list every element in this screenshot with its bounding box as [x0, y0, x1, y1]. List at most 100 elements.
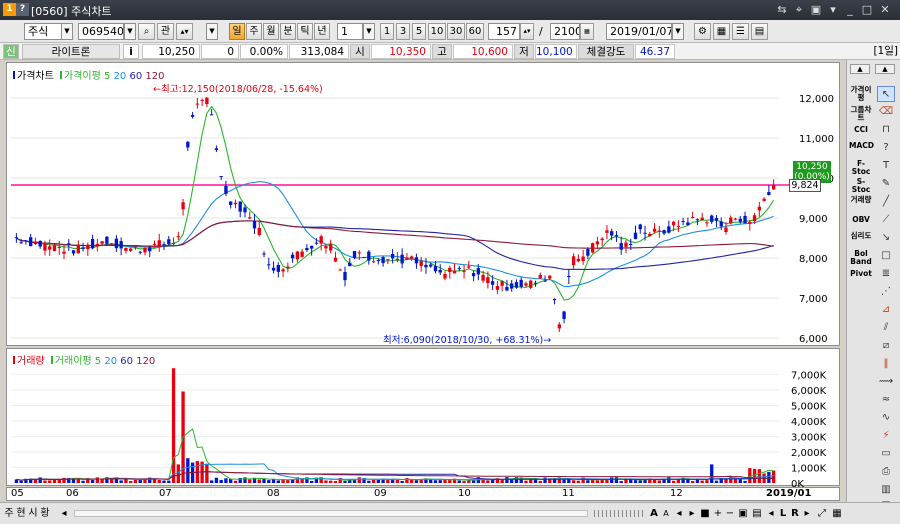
- right-end-button[interactable]: R: [789, 506, 801, 521]
- indicator-s-stoc[interactable]: S-Stoc: [849, 178, 873, 194]
- save-icon[interactable]: ▭: [877, 446, 895, 462]
- interval-input[interactable]: 1: [337, 23, 363, 40]
- preset-10-button[interactable]: 10: [428, 23, 446, 40]
- zoom-in-button[interactable]: +: [712, 506, 724, 521]
- indicator-obv[interactable]: OBV: [849, 216, 873, 224]
- expand-icon[interactable]: ⤢: [816, 506, 828, 521]
- print-icon[interactable]: ⎙: [877, 464, 895, 480]
- stop-icon[interactable]: ■: [699, 506, 711, 521]
- cursor-icon[interactable]: ↖: [877, 86, 895, 102]
- line-tool-icon[interactable]: ╱: [877, 194, 895, 210]
- period-tick-button[interactable]: 틱: [297, 23, 313, 40]
- trend-icon[interactable]: ⟿: [877, 374, 895, 390]
- period-minute-button[interactable]: 분: [280, 23, 296, 40]
- maximize-icon[interactable]: □: [860, 3, 874, 17]
- close-icon[interactable]: ✕: [878, 3, 892, 17]
- tab-hwang[interactable]: 황: [39, 506, 51, 521]
- indicator-volume[interactable]: 거래량: [849, 196, 873, 204]
- market-select[interactable]: 주식: [24, 23, 62, 40]
- tab-ju[interactable]: 주: [3, 506, 15, 521]
- indicator-psychology[interactable]: 심리도: [849, 232, 873, 240]
- indicator-f-stoc[interactable]: F-Stoc: [849, 160, 873, 176]
- tab-hyeon[interactable]: 현: [15, 506, 27, 521]
- chevron-down-icon[interactable]: ▼: [672, 23, 684, 40]
- scroll-up-icon[interactable]: ▲: [850, 64, 870, 74]
- indicator-group-chart[interactable]: 그룹차트: [849, 106, 873, 122]
- left-arrow-icon[interactable]: ◂: [765, 506, 777, 521]
- spin-icon[interactable]: ▴▾: [176, 23, 193, 40]
- minimize-icon[interactable]: _: [843, 3, 857, 17]
- preset-30-button[interactable]: 30: [447, 23, 465, 40]
- scroll-left-icon[interactable]: ◂: [58, 506, 70, 521]
- chevron-down-icon[interactable]: ▼: [206, 23, 218, 40]
- pin-icon[interactable]: ⌖: [792, 3, 806, 17]
- parallel-icon[interactable]: ⧄: [877, 338, 895, 354]
- grid-icon[interactable]: ▦: [713, 23, 730, 40]
- font-large-button[interactable]: A: [648, 506, 660, 521]
- scroll-up-icon[interactable]: ▲: [875, 64, 895, 74]
- count-spin-icon[interactable]: ▴▾: [520, 23, 534, 40]
- layout-icon[interactable]: ▤: [751, 23, 768, 40]
- help-icon[interactable]: ?: [16, 3, 29, 16]
- chevron-down-icon[interactable]: ▼: [124, 23, 136, 40]
- indicator-price-ma[interactable]: 가격이평: [849, 86, 873, 102]
- ray-tool-icon[interactable]: ↘: [877, 230, 895, 246]
- period-week-button[interactable]: 주: [246, 23, 262, 40]
- link-icon[interactable]: ⇆: [775, 3, 789, 17]
- preset-1-button[interactable]: 1: [380, 23, 394, 40]
- wave-icon[interactable]: ≈: [877, 392, 895, 408]
- config-icon[interactable]: ▦: [830, 506, 844, 521]
- fan-icon[interactable]: ⋰: [877, 284, 895, 300]
- segment-tool-icon[interactable]: ⟋: [877, 212, 895, 228]
- fibonacci-icon[interactable]: ≣: [877, 266, 895, 282]
- scroll-ruler[interactable]: [594, 510, 646, 517]
- info-button[interactable]: i: [123, 44, 139, 59]
- period-month-button[interactable]: 월: [263, 23, 279, 40]
- kwan-button[interactable]: 관: [157, 23, 174, 40]
- chevron-down-icon[interactable]: ▼: [61, 23, 73, 40]
- indicator-macd[interactable]: MACD: [849, 142, 874, 150]
- left-end-button[interactable]: L: [777, 506, 789, 521]
- period-year-button[interactable]: 년: [314, 23, 330, 40]
- prev-icon[interactable]: ◂: [673, 506, 685, 521]
- volume-chart[interactable]: 7,000K 6,000K 5,000K 4,000K 3,000K 2,000K 1,00…: [7, 349, 841, 487]
- search-icon[interactable]: ⌕: [138, 23, 155, 40]
- volume-chart-panel[interactable]: 7,000K 6,000K 5,000K 4,000K 3,000K 2,000K 1,00…: [6, 348, 841, 487]
- count-input[interactable]: 157: [488, 23, 520, 40]
- period-day-button[interactable]: 일: [229, 23, 245, 40]
- screen-icon[interactable]: ▣: [809, 3, 823, 17]
- indicator-bol-band[interactable]: Bol Band: [849, 250, 873, 266]
- settings-icon[interactable]: ⚙: [694, 23, 711, 40]
- text-tool-icon[interactable]: T: [877, 158, 895, 174]
- layout-icon[interactable]: ▤: [750, 506, 764, 521]
- tab-si[interactable]: 시: [27, 506, 39, 521]
- list-icon[interactable]: ☰: [732, 23, 749, 40]
- font-small-button[interactable]: A: [660, 506, 672, 521]
- indicator-cci[interactable]: CCI: [849, 126, 873, 134]
- chart-icon[interactable]: ▥: [877, 482, 895, 498]
- price-chart[interactable]: 12,00011,00010,0009,0008,0007,0006,000: [7, 63, 841, 347]
- cycle-icon[interactable]: ∿: [877, 410, 895, 426]
- channel-icon[interactable]: ⫽: [877, 320, 895, 336]
- preset-3-button[interactable]: 3: [396, 23, 410, 40]
- stock-code-input[interactable]: 069540: [78, 23, 124, 40]
- brush-icon[interactable]: ✎: [877, 176, 895, 192]
- preset-60-button[interactable]: 60: [466, 23, 484, 40]
- chevron-down-icon[interactable]: ▼: [363, 23, 375, 40]
- scrollbar-track[interactable]: [74, 510, 588, 517]
- date-input[interactable]: 2019/01/07: [606, 23, 672, 40]
- help-icon[interactable]: ?: [877, 140, 895, 156]
- play-icon[interactable]: ▸: [686, 506, 698, 521]
- capture-icon[interactable]: ▣: [736, 506, 750, 521]
- price-chart-panel[interactable]: 12,00011,00010,0009,0008,0007,0006,000 가…: [6, 62, 840, 346]
- right-arrow-icon[interactable]: ▸: [801, 506, 813, 521]
- dropdown-icon[interactable]: ▾: [826, 3, 840, 17]
- auto-icon[interactable]: ⚡: [877, 428, 895, 444]
- calc-icon[interactable]: ▦: [580, 23, 594, 40]
- indicator-pivot[interactable]: Pivot: [849, 270, 873, 278]
- magnet-icon[interactable]: ⊓: [877, 122, 895, 138]
- preset-5-button[interactable]: 5: [412, 23, 426, 40]
- zoom-out-button[interactable]: −: [724, 506, 736, 521]
- rectangle-tool-icon[interactable]: □: [877, 248, 895, 264]
- bars-icon[interactable]: ‖: [877, 356, 895, 372]
